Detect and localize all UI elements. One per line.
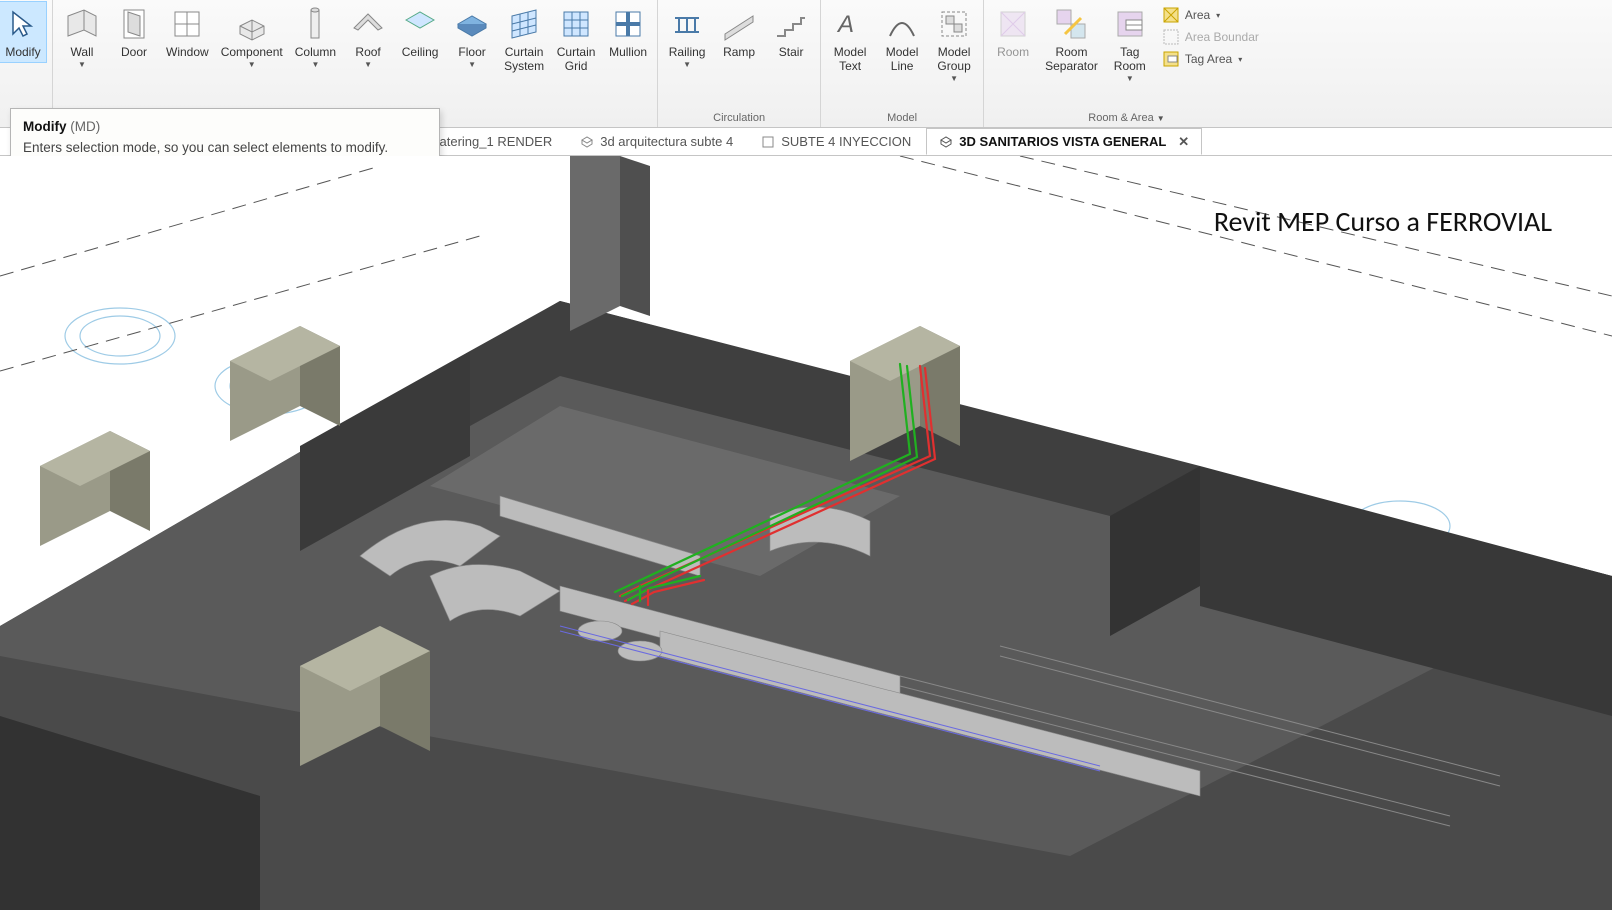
floor-tool[interactable]: Floor▼: [449, 2, 495, 71]
cursor-icon: [5, 6, 41, 42]
component-tool[interactable]: Component▼: [218, 2, 286, 71]
door-icon: [116, 6, 152, 42]
model-text-icon: A: [832, 6, 868, 42]
window-icon: [169, 6, 205, 42]
stair-icon: [773, 6, 809, 42]
railing-icon: [669, 6, 705, 42]
column-icon: [297, 6, 333, 42]
window-tool[interactable]: Window: [163, 2, 212, 62]
wall-icon: [64, 6, 100, 42]
floor-icon: [454, 6, 490, 42]
chevron-down-icon: ▼: [311, 60, 319, 69]
stair-tool[interactable]: Stair: [768, 2, 814, 62]
viewport-overlay-title: Revit MEP Curso a FERROVIAL: [1214, 204, 1552, 239]
roof-icon: [350, 6, 386, 42]
room-separator-tool[interactable]: Room Separator: [1042, 2, 1101, 76]
curtain-grid-icon: [558, 6, 594, 42]
model-line-icon: [884, 6, 920, 42]
room-separator-icon: [1053, 6, 1089, 42]
circulation-group-label: Circulation: [664, 110, 814, 127]
door-tool[interactable]: Door: [111, 2, 157, 62]
room-tool[interactable]: Room: [990, 2, 1036, 62]
model-line-tool[interactable]: Model Line: [879, 2, 925, 76]
tag-room-tool[interactable]: Tag Room▼: [1107, 2, 1153, 85]
mullion-tool[interactable]: Mullion: [605, 2, 651, 62]
area-tool[interactable]: Area ▾: [1159, 6, 1263, 24]
area-boundary-tool[interactable]: Area Boundar: [1159, 28, 1263, 46]
close-icon[interactable]: ✕: [1178, 134, 1189, 150]
chevron-down-icon: ▾: [1216, 11, 1220, 20]
modify-label: Modify: [5, 46, 40, 60]
tab-catering-render[interactable]: catering_1 RENDER: [420, 128, 565, 155]
mullion-icon: [610, 6, 646, 42]
column-tool[interactable]: Column▼: [292, 2, 339, 71]
area-icon: [1163, 7, 1179, 23]
chevron-down-icon: ▼: [1126, 74, 1134, 83]
chevron-down-icon: ▼: [78, 60, 86, 69]
chevron-down-icon: ▼: [468, 60, 476, 69]
tag-area-tool[interactable]: Tag Area ▾: [1159, 50, 1263, 68]
tag-room-icon: [1112, 6, 1148, 42]
area-boundary-icon: [1163, 29, 1179, 45]
room-area-group-label: Room & Area ▼: [990, 110, 1263, 127]
3d-model-render: [0, 156, 1612, 910]
model-text-tool[interactable]: A Model Text: [827, 2, 873, 76]
ceiling-tool[interactable]: Ceiling: [397, 2, 443, 62]
3d-viewport[interactable]: Revit MEP Curso a FERROVIAL: [0, 156, 1612, 910]
view-3d-icon: [939, 135, 953, 149]
curtain-grid-tool[interactable]: Curtain Grid: [553, 2, 599, 76]
railing-tool[interactable]: Railing▼: [664, 2, 710, 71]
roof-tool[interactable]: Roof▼: [345, 2, 391, 71]
ceiling-icon: [402, 6, 438, 42]
ramp-tool[interactable]: Ramp: [716, 2, 762, 62]
model-group-icon: [936, 6, 972, 42]
tag-area-icon: [1163, 51, 1179, 67]
modify-tool[interactable]: Modify: [0, 2, 46, 62]
model-group-tool[interactable]: Model Group▼: [931, 2, 977, 85]
wall-tool[interactable]: Wall▼: [59, 2, 105, 71]
tab-subte-inyeccion[interactable]: SUBTE 4 INYECCION: [748, 128, 924, 155]
tab-3d-arquitectura[interactable]: 3d arquitectura subte 4: [567, 128, 746, 155]
model-group-label: Model: [827, 110, 977, 127]
view-icon: [761, 135, 775, 149]
curtain-system-tool[interactable]: Curtain System: [501, 2, 547, 76]
chevron-down-icon: ▼: [683, 60, 691, 69]
component-icon: [234, 6, 270, 42]
curtain-system-icon: [506, 6, 542, 42]
svg-text:A: A: [836, 11, 854, 38]
chevron-down-icon: ▼: [950, 74, 958, 83]
chevron-down-icon: ▼: [364, 60, 372, 69]
tab-3d-sanitarios[interactable]: 3D SANITARIOS VISTA GENERAL ✕: [926, 128, 1202, 155]
ramp-icon: [721, 6, 757, 42]
chevron-down-icon: ▼: [248, 60, 256, 69]
chevron-down-icon: ▾: [1238, 55, 1242, 64]
view-3d-icon: [580, 135, 594, 149]
room-icon: [995, 6, 1031, 42]
